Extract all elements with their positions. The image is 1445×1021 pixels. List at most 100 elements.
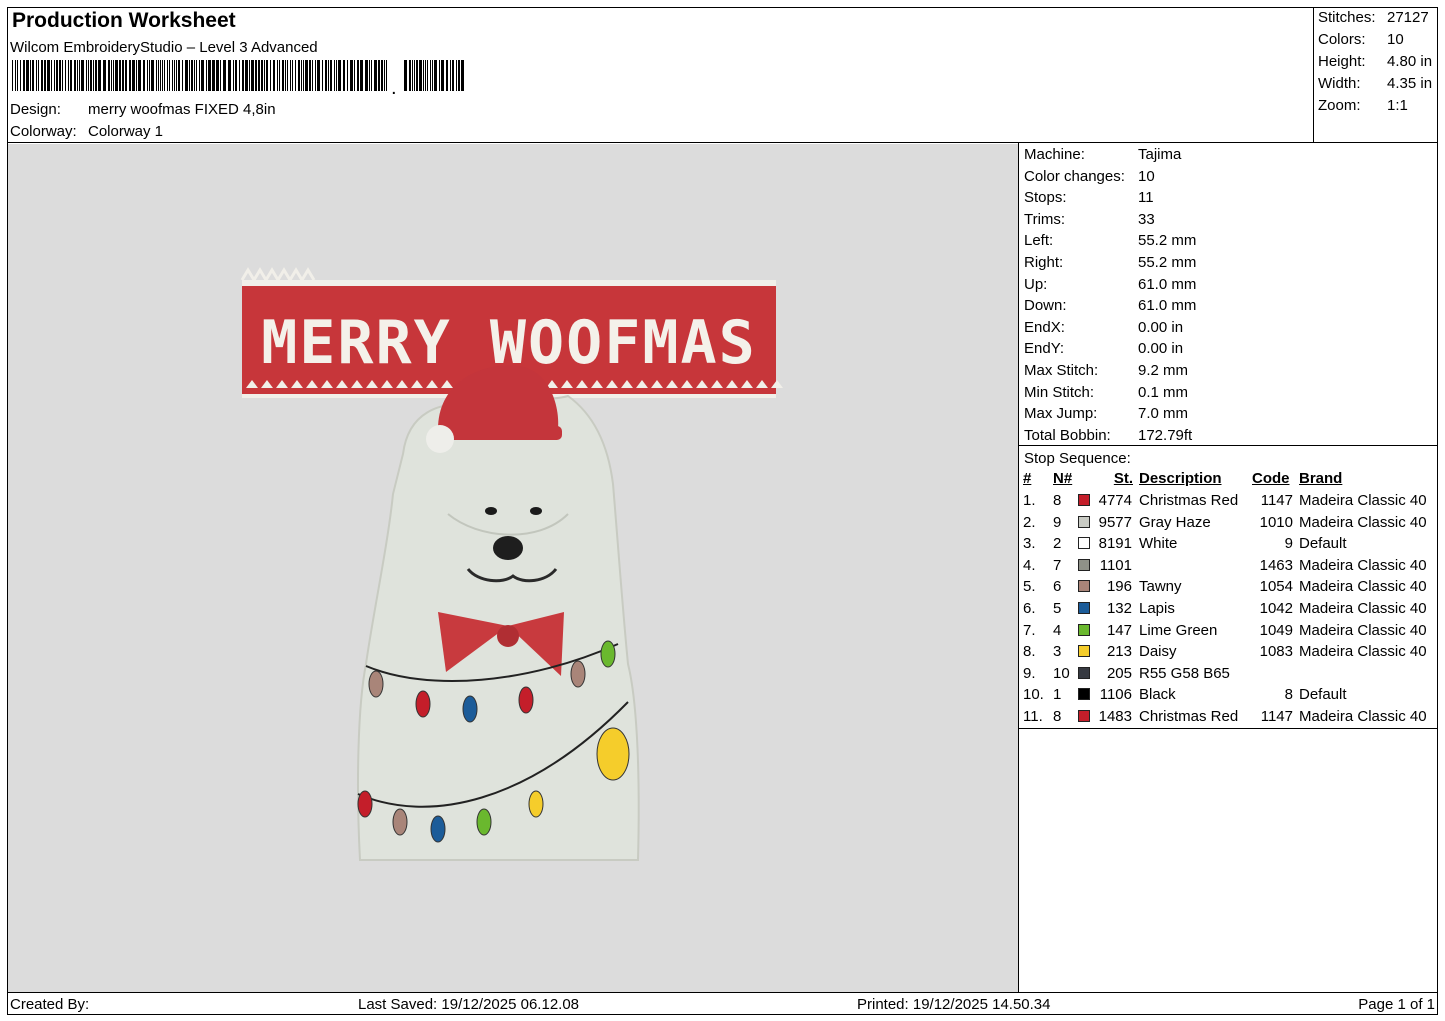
thread-description: Black	[1139, 686, 1176, 704]
thread-code: 9	[1284, 535, 1293, 553]
color-swatch	[1078, 580, 1090, 593]
detail-label: Down:	[1024, 297, 1067, 315]
design-preview-area: MERRY WOOFMAS	[8, 144, 1018, 992]
thread-code: 8	[1284, 686, 1293, 704]
detail-value: 61.0 mm	[1138, 297, 1197, 315]
detail-label: Stops:	[1024, 189, 1067, 207]
printed-date: Printed: 19/12/2025 14.50.34	[857, 996, 1051, 1013]
footer-divider	[8, 992, 1438, 993]
needle-number: 3	[1053, 643, 1062, 661]
needle-number: 10	[1053, 664, 1070, 682]
thread-description: Tawny	[1139, 578, 1182, 596]
detail-label: EndY:	[1024, 340, 1065, 358]
needle-number: 6	[1053, 578, 1062, 596]
summary-label: Height:	[1318, 53, 1366, 70]
svg-text:,: ,	[391, 77, 397, 94]
row-index: 1.	[1023, 492, 1036, 509]
thread-code: 1147	[1260, 708, 1293, 725]
needle-number: 1	[1053, 686, 1062, 704]
row-index: 4.	[1023, 556, 1036, 574]
detail-label: Left:	[1024, 232, 1054, 250]
header-divider	[8, 142, 1438, 143]
thread-brand: Madeira Classic 40	[1299, 578, 1427, 596]
page-title: Production Worksheet	[12, 9, 236, 32]
created-by: Created By:	[10, 996, 90, 1013]
thread-code: 1010	[1259, 513, 1293, 531]
color-swatch	[1078, 688, 1090, 701]
design-label: Design:	[10, 101, 61, 118]
sequence-divider	[1019, 728, 1438, 729]
color-swatch	[1078, 602, 1090, 614]
thread-brand: Madeira Classic 40	[1299, 492, 1427, 509]
column-header: Brand	[1299, 470, 1343, 487]
row-index: 6.	[1023, 600, 1036, 617]
stitch-count: 9577	[1098, 513, 1132, 531]
colorway-name: Colorway 1	[88, 123, 164, 140]
detail-value: 55.2 mm	[1138, 254, 1197, 271]
needle-number: 9	[1053, 513, 1062, 531]
color-swatch	[1078, 515, 1090, 528]
needle-number: 2	[1053, 535, 1062, 553]
summary-value: 27127	[1387, 9, 1429, 26]
thread-description: Christmas Red	[1139, 708, 1239, 725]
needle-number: 7	[1053, 556, 1062, 574]
column-header: N#	[1053, 470, 1073, 487]
summary-value: 10	[1387, 31, 1404, 48]
row-index: 2.	[1023, 513, 1036, 531]
color-swatch	[1078, 558, 1090, 571]
stitch-count: 213	[1106, 643, 1132, 661]
stop-sequence-title: Stop Sequence:	[1024, 450, 1131, 467]
summary-label: Colors:	[1318, 31, 1366, 48]
needle-number: 8	[1053, 708, 1062, 725]
summary-label: Zoom:	[1318, 97, 1361, 114]
detail-label: Up:	[1024, 275, 1048, 293]
details-divider	[1019, 445, 1438, 446]
software-name: Wilcom EmbroideryStudio – Level 3 Advanc…	[10, 39, 318, 56]
summary-value: 4.80 in	[1387, 53, 1433, 70]
detail-value: 7.0 mm	[1138, 405, 1189, 423]
last-saved: Last Saved: 19/12/2025 06.12.08	[358, 996, 580, 1013]
thread-code: 1054	[1259, 578, 1293, 596]
stitch-count: 132	[1106, 600, 1132, 617]
detail-value: 55.2 mm	[1138, 232, 1197, 250]
thread-description: White	[1139, 535, 1178, 553]
summary-divider	[1313, 8, 1314, 142]
needle-number: 8	[1053, 492, 1062, 509]
row-index: 9.	[1023, 664, 1036, 682]
thread-description: Christmas Red	[1139, 492, 1239, 509]
thread-description: R55 G58 B65	[1139, 664, 1230, 682]
panel-divider	[1018, 143, 1019, 992]
row-index: 10.	[1023, 686, 1044, 704]
detail-label: Max Stitch:	[1024, 362, 1099, 379]
detail-label: Min Stitch:	[1024, 383, 1095, 401]
row-index: 11.	[1023, 708, 1043, 725]
thread-brand: Madeira Classic 40	[1299, 643, 1427, 661]
detail-label: Machine:	[1024, 146, 1085, 163]
thread-brand: Madeira Classic 40	[1299, 556, 1427, 574]
detail-value: 0.00 in	[1138, 318, 1184, 336]
column-header: St.	[1113, 470, 1133, 487]
color-swatch	[1078, 494, 1090, 506]
thread-brand: Madeira Classic 40	[1299, 621, 1427, 639]
summary-label: Stitches:	[1318, 9, 1376, 26]
colorway-label: Colorway:	[10, 123, 77, 140]
detail-value: 33	[1138, 210, 1155, 228]
color-swatch	[1078, 645, 1090, 658]
stitch-count: 196	[1106, 578, 1132, 596]
detail-label: Total Bobbin:	[1024, 426, 1111, 444]
column-header: #	[1023, 470, 1032, 487]
summary-value: 1:1	[1387, 97, 1408, 114]
embroidery-design-preview: MERRY WOOFMAS	[240, 267, 783, 861]
detail-value: Tajima	[1138, 146, 1182, 163]
detail-label: EndX:	[1024, 318, 1065, 336]
page-number: Page 1 of 1	[1358, 996, 1435, 1013]
row-index: 7.	[1023, 621, 1036, 639]
thread-brand: Default	[1299, 686, 1347, 704]
thread-code: 1042	[1259, 600, 1293, 617]
summary-value: 4.35 in	[1387, 75, 1433, 92]
thread-code: 1083	[1259, 643, 1293, 661]
detail-value: 61.0 mm	[1138, 275, 1197, 293]
detail-value: 0.1 mm	[1138, 383, 1189, 401]
row-index: 8.	[1023, 643, 1036, 661]
row-index: 5.	[1023, 578, 1036, 596]
